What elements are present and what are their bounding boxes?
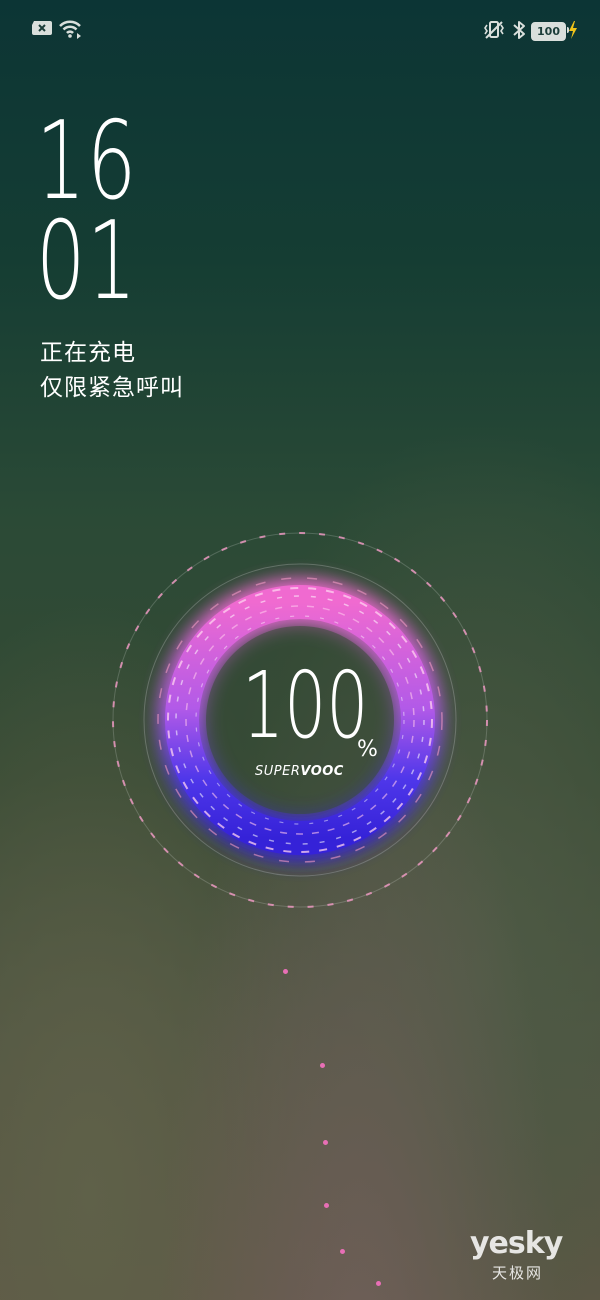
particle-dot	[340, 1249, 345, 1254]
status-bar: 100	[0, 0, 600, 62]
particle-dot	[324, 1203, 329, 1208]
watermark-logo-cn: 天极网	[492, 1264, 544, 1282]
vibrate-icon	[484, 21, 504, 39]
particle-dot	[323, 1140, 328, 1145]
no-sim-icon	[32, 21, 52, 35]
wifi-icon	[59, 20, 81, 39]
battery-icon: 100	[531, 22, 566, 41]
watermark-logo: yesky 天极网	[470, 1226, 580, 1286]
supervooc-prefix: SUPER	[255, 764, 301, 779]
charging-bolt-icon	[569, 21, 577, 39]
charging-status-text: 正在充电	[40, 340, 136, 366]
bluetooth-icon	[513, 21, 525, 39]
lock-screen: 100 16 01 正在充电 仅限紧急呼叫 100 % SUPERVOOC ye…	[0, 0, 600, 1300]
watermark-logo-text: yesky	[470, 1226, 563, 1261]
particle-dot	[376, 1281, 381, 1286]
supervooc-label: SUPERVOOC	[255, 764, 344, 779]
particle-dot	[320, 1063, 325, 1068]
charge-percent: 100	[242, 652, 369, 759]
clock-minute: 01	[36, 199, 138, 324]
supervooc-suffix: VOOC	[300, 764, 344, 779]
emergency-call-only-text: 仅限紧急呼叫	[40, 375, 184, 401]
particle-dot	[283, 969, 288, 974]
percent-sign: %	[357, 737, 378, 762]
